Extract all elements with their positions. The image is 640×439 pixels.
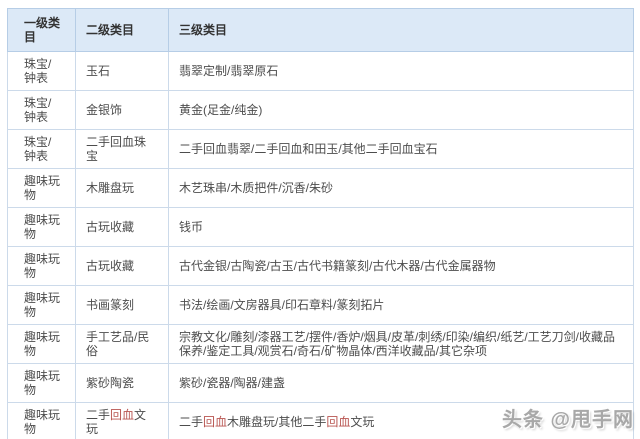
cell-level2-category: 二手回血文玩 (76, 403, 169, 439)
cell-level3-category: 宗教文化/雕刻/漆器工艺/摆件/香炉/烟具/皮革/刺绣/印染/编织/纸艺/工艺刀… (169, 325, 634, 364)
column-header-level2: 二级类目 (76, 9, 169, 52)
cell-level3-category: 钱币 (169, 208, 634, 247)
cell-level3-category: 木艺珠串/木质把件/沉香/朱砂 (169, 169, 634, 208)
cell-level2-category: 金银饰 (76, 91, 169, 130)
table-row: 珠宝/钟表玉石翡翠定制/翡翠原石 (8, 52, 634, 91)
cell-level1-category: 趣味玩物 (8, 169, 76, 208)
watermark-toutiao: 头条 @甩手网 (502, 403, 634, 432)
cell-level2-category: 古玩收藏 (76, 247, 169, 286)
table-row: 趣味玩物紫砂陶瓷紫砂/瓷器/陶器/建盏 (8, 364, 634, 403)
cell-level3-category: 书法/绘画/文房器具/印石章料/篆刻拓片 (169, 286, 634, 325)
column-header-level3: 三级类目 (169, 9, 634, 52)
cell-level3-category: 翡翠定制/翡翠原石 (169, 52, 634, 91)
table-row: 趣味玩物书画篆刻书法/绘画/文房器具/印石章料/篆刻拓片 (8, 286, 634, 325)
table-row: 趣味玩物木雕盘玩木艺珠串/木质把件/沉香/朱砂 (8, 169, 634, 208)
table-row: 珠宝/钟表金银饰黄金(足金/纯金) (8, 91, 634, 130)
highlight-keyword: 回血 (326, 415, 350, 429)
category-table: 一级类目 二级类目 三级类目 珠宝/钟表玉石翡翠定制/翡翠原石珠宝/钟表金银饰黄… (7, 8, 634, 439)
header-row: 一级类目 二级类目 三级类目 (8, 9, 634, 52)
cell-level3-category: 黄金(足金/纯金) (169, 91, 634, 130)
category-table-body: 珠宝/钟表玉石翡翠定制/翡翠原石珠宝/钟表金银饰黄金(足金/纯金)珠宝/钟表二手… (8, 52, 634, 439)
cell-level1-category: 珠宝/钟表 (8, 130, 76, 169)
cell-level2-category: 手工艺品/民俗 (76, 325, 169, 364)
category-table-container: 一级类目 二级类目 三级类目 珠宝/钟表玉石翡翠定制/翡翠原石珠宝/钟表金银饰黄… (7, 8, 634, 439)
cell-level1-category: 趣味玩物 (8, 208, 76, 247)
cell-level1-category: 趣味玩物 (8, 364, 76, 403)
cell-level1-category: 珠宝/钟表 (8, 91, 76, 130)
highlight-keyword: 回血 (110, 408, 134, 422)
column-header-level1: 一级类目 (8, 9, 76, 52)
cell-level1-category: 趣味玩物 (8, 403, 76, 439)
cell-level2-category: 古玩收藏 (76, 208, 169, 247)
cell-level3-category: 二手回血翡翠/二手回血和田玉/其他二手回血宝石 (169, 130, 634, 169)
cell-level1-category: 趣味玩物 (8, 325, 76, 364)
cell-level2-category: 二手回血珠宝 (76, 130, 169, 169)
table-row: 趣味玩物古玩收藏古代金银/古陶瓷/古玉/古代书籍篆刻/古代木器/古代金属器物 (8, 247, 634, 286)
highlight-keyword: 回血 (203, 415, 227, 429)
category-table-header: 一级类目 二级类目 三级类目 (8, 9, 634, 52)
cell-level2-category: 木雕盘玩 (76, 169, 169, 208)
cell-level2-category: 玉石 (76, 52, 169, 91)
cell-level2-category: 紫砂陶瓷 (76, 364, 169, 403)
table-row: 珠宝/钟表二手回血珠宝二手回血翡翠/二手回血和田玉/其他二手回血宝石 (8, 130, 634, 169)
cell-level1-category: 趣味玩物 (8, 286, 76, 325)
cell-level3-category: 古代金银/古陶瓷/古玉/古代书籍篆刻/古代木器/古代金属器物 (169, 247, 634, 286)
cell-level1-category: 珠宝/钟表 (8, 52, 76, 91)
table-row: 趣味玩物手工艺品/民俗宗教文化/雕刻/漆器工艺/摆件/香炉/烟具/皮革/刺绣/印… (8, 325, 634, 364)
cell-level1-category: 趣味玩物 (8, 247, 76, 286)
cell-level2-category: 书画篆刻 (76, 286, 169, 325)
cell-level3-category: 紫砂/瓷器/陶器/建盏 (169, 364, 634, 403)
table-row: 趣味玩物古玩收藏钱币 (8, 208, 634, 247)
